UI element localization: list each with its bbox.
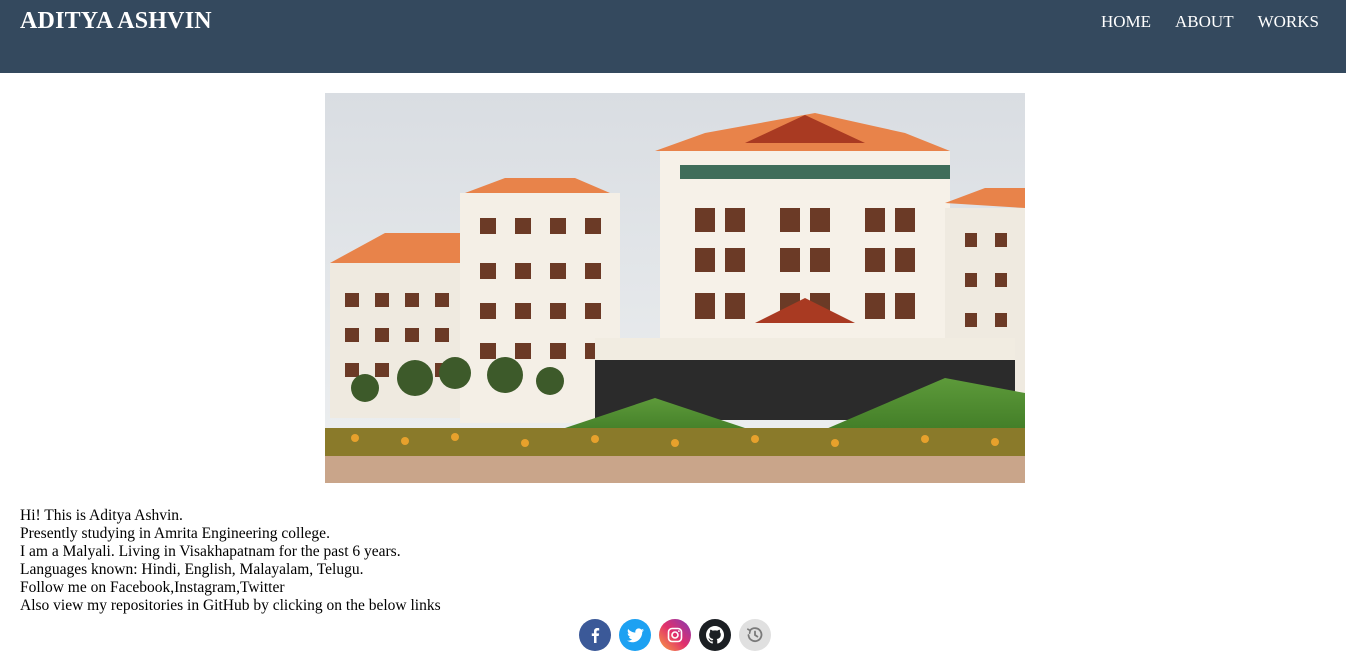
hero-image-college-building bbox=[325, 93, 1025, 483]
facebook-icon bbox=[591, 628, 600, 643]
nav-about-link[interactable]: ABOUT bbox=[1175, 12, 1234, 32]
bio-line-greeting: Hi! This is Aditya Ashvin. bbox=[20, 507, 183, 524]
nav-menu: HOME ABOUT WORKS bbox=[1101, 12, 1319, 32]
instagram-icon bbox=[667, 627, 683, 643]
site-brand[interactable]: ADITYA ASHVIN bbox=[20, 8, 212, 35]
nav-works-link[interactable]: WORKS bbox=[1258, 12, 1319, 32]
bio-line-study: Presently studying in Amrita Engineering… bbox=[20, 525, 330, 542]
github-icon bbox=[706, 626, 724, 644]
bio-line-origin: I am a Malyali. Living in Visakhapatnam … bbox=[20, 543, 401, 560]
bio-line-languages: Languages known: Hindi, English, Malayal… bbox=[20, 561, 364, 578]
social-links bbox=[579, 619, 771, 651]
history-link[interactable] bbox=[739, 619, 771, 651]
twitter-link[interactable] bbox=[619, 619, 651, 651]
instagram-link[interactable] bbox=[659, 619, 691, 651]
bio-line-follow: Follow me on Facebook,Instagram,Twitter bbox=[20, 579, 285, 596]
github-link[interactable] bbox=[699, 619, 731, 651]
bio-line-github: Also view my repositories in GitHub by c… bbox=[20, 597, 441, 614]
history-icon bbox=[747, 627, 763, 643]
bio-text: Hi! This is Aditya Ashvin. Presently stu… bbox=[20, 507, 441, 615]
facebook-link[interactable] bbox=[579, 619, 611, 651]
navbar: ADITYA ASHVIN HOME ABOUT WORKS bbox=[0, 0, 1346, 73]
nav-home-link[interactable]: HOME bbox=[1101, 12, 1151, 32]
twitter-icon bbox=[626, 627, 644, 642]
